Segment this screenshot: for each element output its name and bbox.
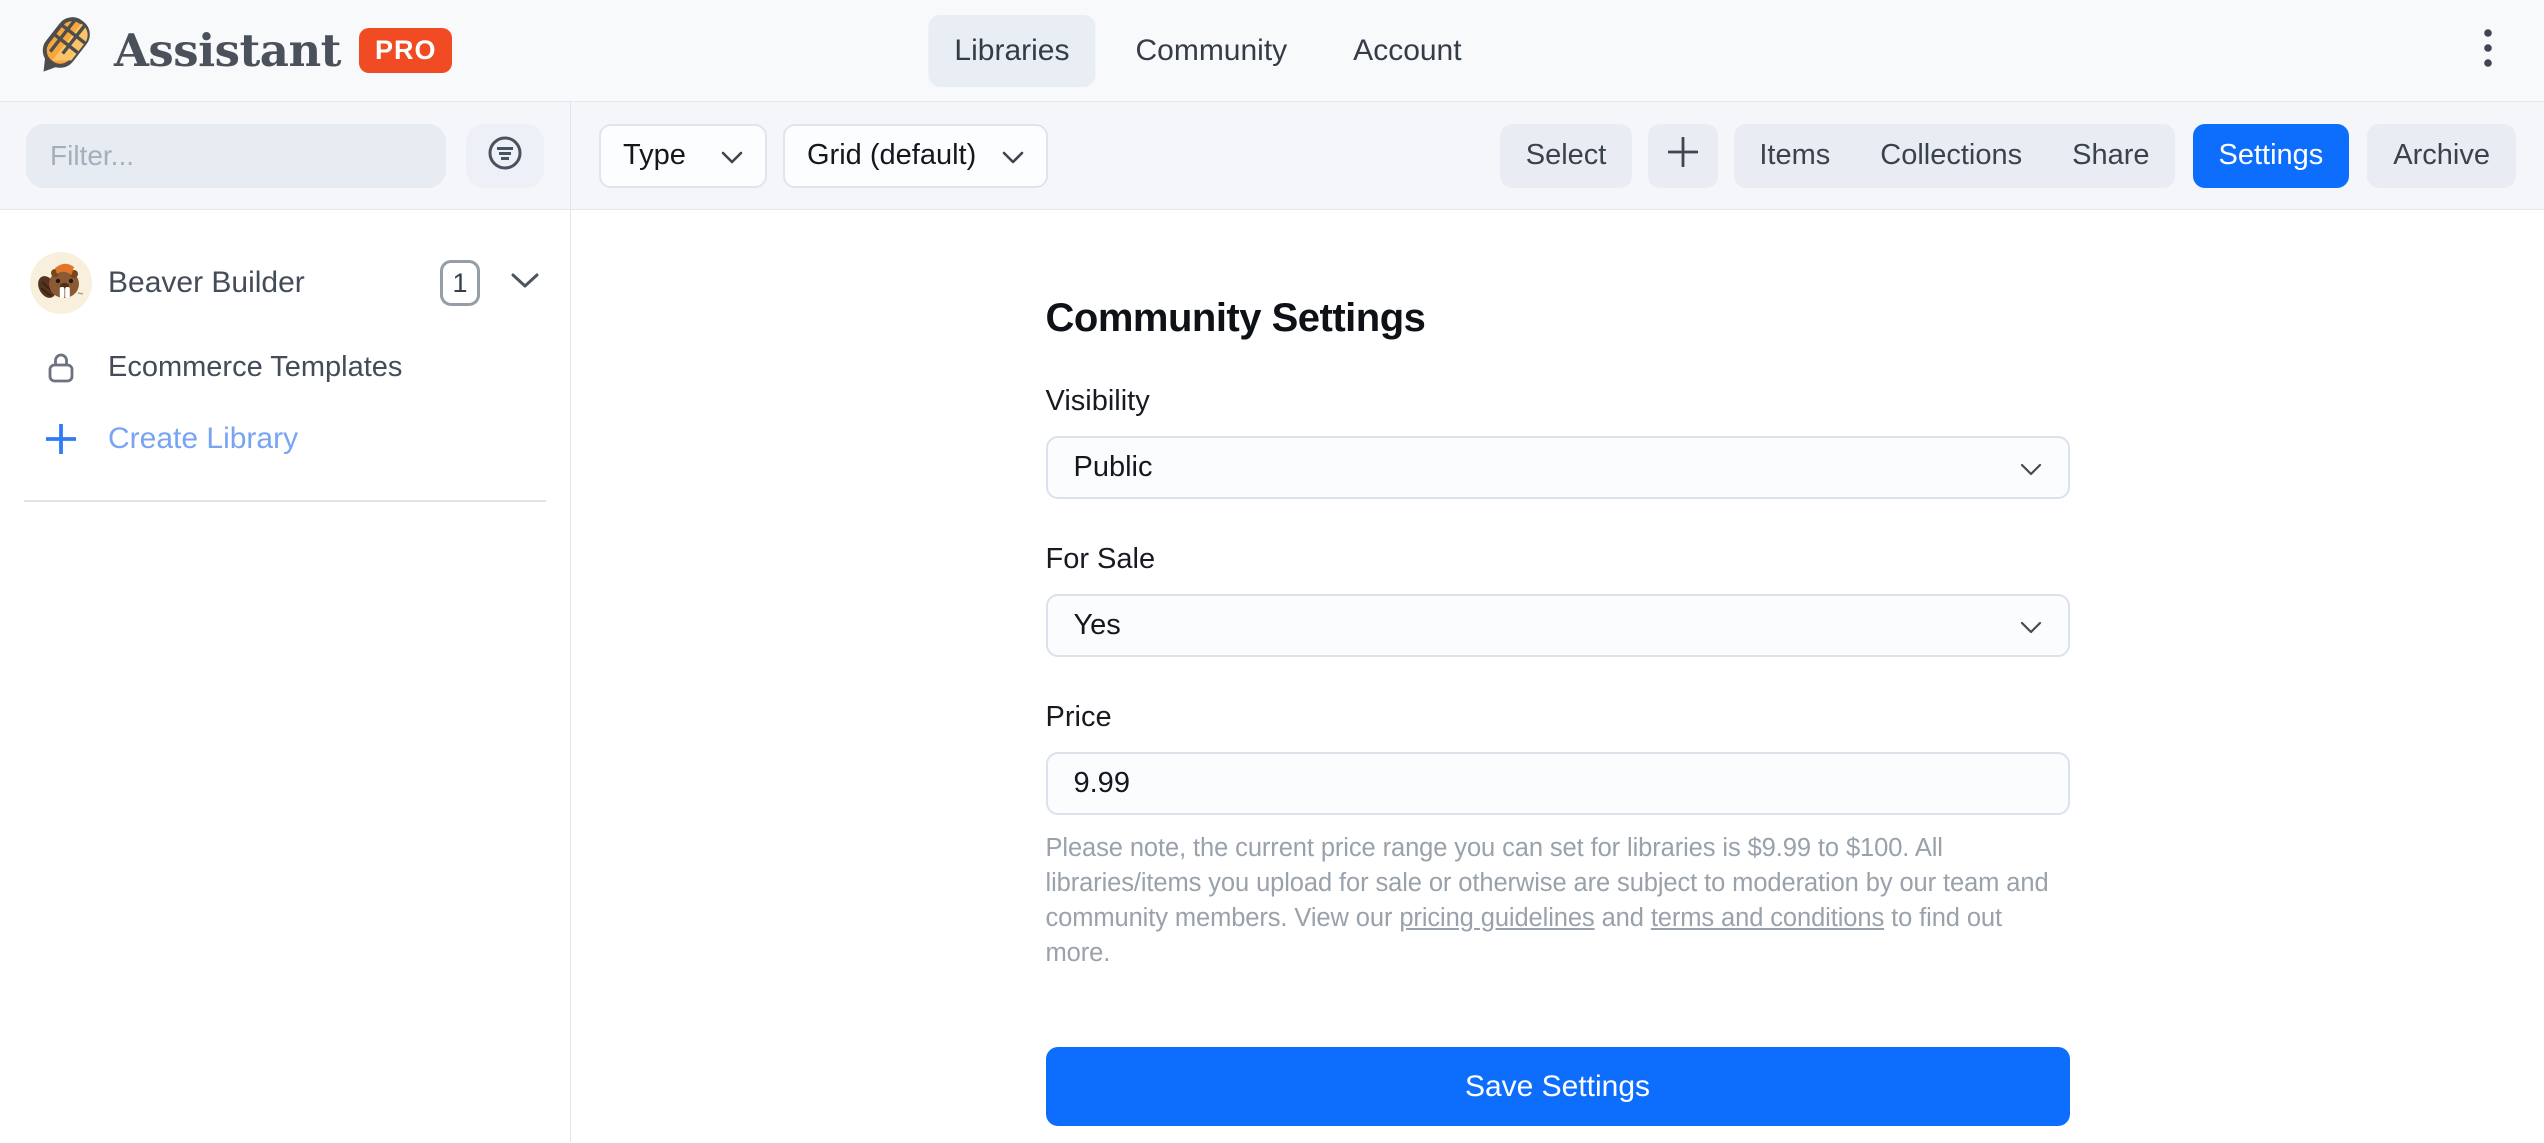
overflow-menu-button[interactable] <box>2460 19 2516 83</box>
sidebar-library-row[interactable]: Beaver Builder 1 <box>0 238 570 328</box>
create-library-label: Create Library <box>108 422 540 456</box>
tab-archive[interactable]: Archive <box>2367 124 2516 188</box>
nav-tab-account[interactable]: Account <box>1327 15 1487 87</box>
chevron-down-icon <box>2020 609 2042 642</box>
beaver-avatar <box>30 252 92 314</box>
chevron-down-icon <box>2020 451 2042 484</box>
library-toolbar: Type Grid (default) Select Items Collect <box>571 102 2544 209</box>
pricing-guidelines-link[interactable]: pricing guidelines <box>1399 904 1594 932</box>
library-count-badge: 1 <box>440 260 480 306</box>
filter-input[interactable] <box>26 124 446 188</box>
page-title: Community Settings <box>1046 296 2070 341</box>
price-input[interactable] <box>1046 752 2070 815</box>
lock-icon <box>30 351 92 383</box>
plus-icon <box>30 422 92 456</box>
view-dropdown[interactable]: Grid (default) <box>783 124 1048 188</box>
type-dropdown-value: Type <box>623 139 686 172</box>
for-sale-select-value: Yes <box>1074 609 1121 642</box>
type-dropdown[interactable]: Type <box>599 124 767 188</box>
select-button[interactable]: Select <box>1500 124 1633 188</box>
tab-items[interactable]: Items <box>1734 124 1855 188</box>
visibility-select-value: Public <box>1074 451 1153 484</box>
chevron-down-icon <box>1002 139 1024 172</box>
kebab-menu-icon <box>2481 25 2495 76</box>
libraries-sidebar: Beaver Builder 1 Ecommerce Templates <box>0 210 571 1142</box>
tab-collections[interactable]: Collections <box>1855 124 2047 188</box>
library-name: Beaver Builder <box>108 266 424 300</box>
brand-home[interactable]: Assistant PRO <box>28 14 452 87</box>
main-content: Community Settings Visibility Public For… <box>571 210 2544 1142</box>
assistant-logo-icon <box>28 14 96 87</box>
price-label: Price <box>1046 701 2070 734</box>
price-note: Please note, the current price range you… <box>1046 831 2062 971</box>
tab-settings[interactable]: Settings <box>2193 124 2350 188</box>
sidebar-item-label: Ecommerce Templates <box>108 351 540 384</box>
library-section-tabs: Items Collections Share <box>1734 124 2174 188</box>
nav-tab-community[interactable]: Community <box>1109 15 1313 87</box>
filter-lines-circle-icon <box>482 130 528 181</box>
for-sale-label: For Sale <box>1046 543 2070 576</box>
view-dropdown-value: Grid (default) <box>807 139 976 172</box>
visibility-select[interactable]: Public <box>1046 436 2070 499</box>
app-header: Assistant PRO Libraries Community Accoun… <box>0 0 2544 102</box>
sidebar-item-ecommerce-templates[interactable]: Ecommerce Templates <box>0 336 570 398</box>
primary-nav: Libraries Community Account <box>928 15 1487 87</box>
for-sale-select[interactable]: Yes <box>1046 594 2070 657</box>
sidebar-toolbar <box>0 102 571 209</box>
chevron-down-icon <box>721 139 743 172</box>
toolbar: Type Grid (default) Select Items Collect <box>0 102 2544 210</box>
tab-share[interactable]: Share <box>2047 124 2174 188</box>
save-settings-button[interactable]: Save Settings <box>1046 1047 2070 1126</box>
sidebar-divider <box>24 500 546 502</box>
filter-button[interactable] <box>466 124 544 188</box>
chevron-down-icon[interactable] <box>510 272 540 294</box>
brand-name: Assistant <box>114 24 341 77</box>
price-note-text: and <box>1595 904 1651 932</box>
plus-icon <box>1665 134 1701 178</box>
nav-tab-libraries[interactable]: Libraries <box>928 15 1095 87</box>
visibility-label: Visibility <box>1046 385 2070 418</box>
add-button[interactable] <box>1648 124 1718 188</box>
terms-and-conditions-link[interactable]: terms and conditions <box>1651 904 1884 932</box>
create-library-button[interactable]: Create Library <box>0 408 570 470</box>
pro-badge: PRO <box>359 28 453 73</box>
